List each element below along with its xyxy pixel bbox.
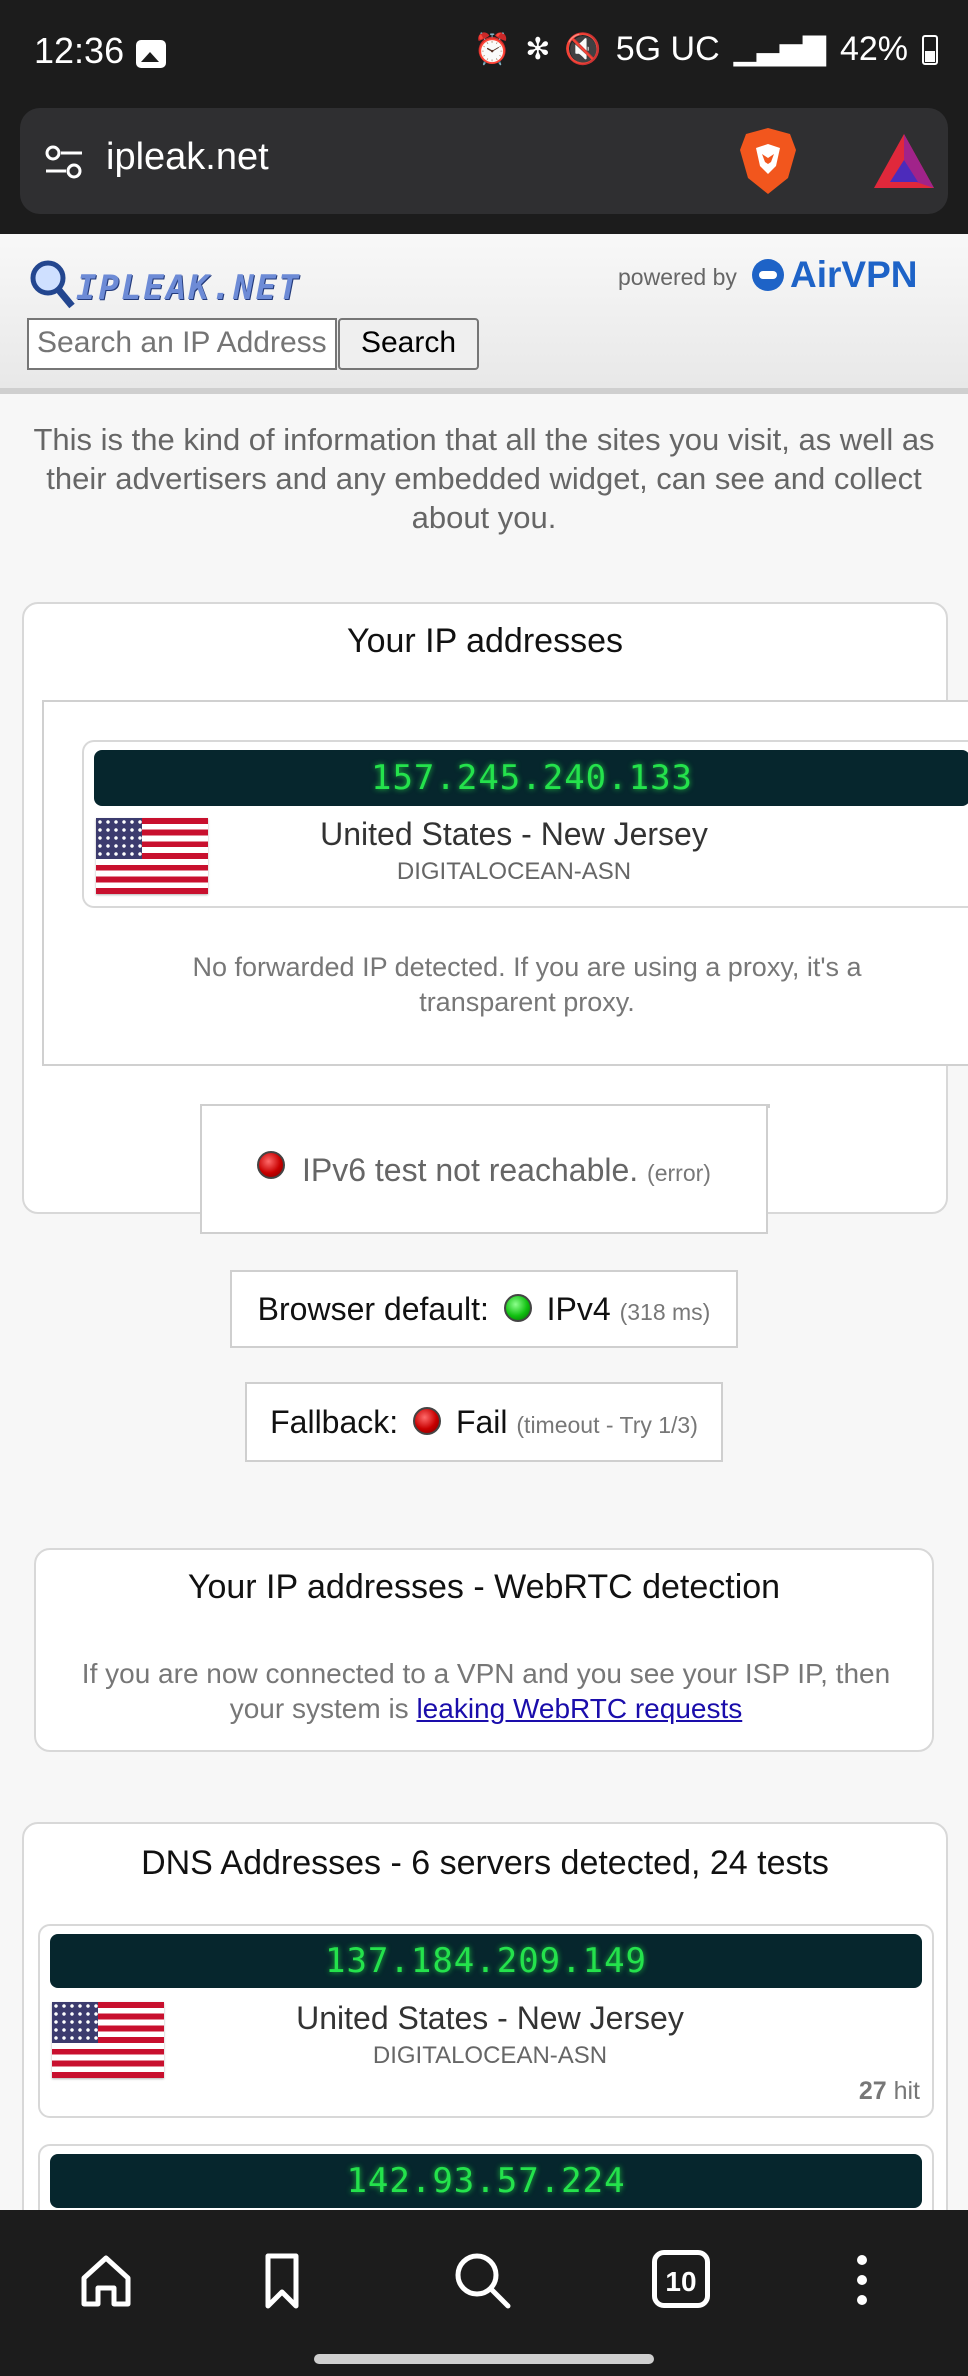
bluetooth-icon: ✻ bbox=[525, 33, 551, 66]
ip-location: United States - New Jersey bbox=[320, 816, 708, 852]
ip-result: 157.245.240.133 United States - New Jers… bbox=[82, 740, 968, 908]
webrtc-text: If you are now connected to a VPN and yo… bbox=[76, 1656, 896, 1726]
ipv6-status: IPv6 test not reachable. (error) bbox=[200, 1104, 768, 1234]
alarm-icon: ⏰ bbox=[473, 33, 512, 66]
dns-card: DNS Addresses - 6 servers detected, 24 t… bbox=[22, 1822, 948, 2210]
intro-text: This is the kind of information that all… bbox=[33, 422, 935, 535]
status-icons: ⏰ ✻ 🔇 5G UC ▁▃▅▇ 42% bbox=[474, 30, 938, 69]
gallery-icon bbox=[136, 40, 166, 68]
search-button[interactable]: Search bbox=[338, 318, 479, 370]
browser-default-detail: (318 ms) bbox=[619, 1299, 711, 1325]
dns-server: 142.93.57.224 bbox=[38, 2144, 934, 2210]
ip-search-input[interactable]: Search an IP Address bbox=[27, 318, 337, 370]
red-status-icon bbox=[413, 1406, 442, 1435]
site-header: IPLEAK.NET powered by AirVPN Search an I… bbox=[0, 234, 968, 394]
clock: 12:36 bbox=[34, 30, 125, 71]
fallback-label: Fallback: bbox=[270, 1404, 399, 1440]
dns-server: 137.184.209.149 United States - New Jers… bbox=[38, 1924, 934, 2118]
brand-name: AirVPN bbox=[790, 254, 918, 295]
ipv6-text: IPv6 test not reachable. bbox=[301, 1152, 639, 1188]
battery-icon bbox=[922, 34, 938, 65]
red-status-icon bbox=[257, 1150, 286, 1179]
address-bar[interactable]: ipleak.net bbox=[20, 108, 948, 214]
dns-hit-count: 27 bbox=[858, 2077, 887, 2105]
browser-default-label: Browser default: bbox=[257, 1291, 489, 1327]
brave-rewards-icon[interactable] bbox=[872, 132, 936, 190]
forwarded-note: No forwarded IP detected. If you are usi… bbox=[192, 952, 862, 1017]
signal-icon: ▁▃▅▇ bbox=[733, 33, 826, 66]
cloud-icon bbox=[752, 259, 784, 291]
browser-bottom-bar: 10 bbox=[0, 2210, 968, 2376]
network-label: 5G UC bbox=[615, 30, 720, 68]
green-status-icon bbox=[503, 1293, 532, 1322]
ip-asn: DIGITALOCEAN-ASN bbox=[396, 858, 632, 885]
dns-asn: DIGITALOCEAN-ASN bbox=[372, 2042, 608, 2069]
tabs-count: 10 bbox=[665, 2266, 697, 2297]
brave-shield-icon[interactable] bbox=[738, 126, 798, 196]
tabs-icon[interactable]: 10 bbox=[652, 2250, 710, 2308]
dns-ip[interactable]: 137.184.209.149 bbox=[50, 1934, 922, 1988]
airvpn-logo[interactable]: AirVPN bbox=[752, 254, 917, 296]
tune-icon[interactable] bbox=[44, 144, 84, 180]
browser-toolbar: ipleak.net bbox=[0, 106, 968, 234]
logo-text: IPLEAK.NET bbox=[76, 268, 301, 308]
browser-default-status: Browser default: IPv4 (318 ms) bbox=[230, 1270, 738, 1348]
status-bar: 12:36 ⏰ ✻ 🔇 5G UC ▁▃▅▇ 42% bbox=[0, 0, 968, 106]
webrtc-card: Your IP addresses - WebRTC detection If … bbox=[34, 1548, 934, 1752]
magnifier-icon bbox=[30, 260, 75, 309]
powered-by-label: powered by bbox=[618, 264, 737, 290]
dns-ip[interactable]: 142.93.57.224 bbox=[50, 2154, 922, 2208]
ip-panel: 157.245.240.133 United States - New Jers… bbox=[42, 700, 968, 1066]
ipv6-detail: (error) bbox=[647, 1160, 711, 1186]
dns-hit-label: hit bbox=[893, 2077, 920, 2105]
browser-default-value: IPv4 bbox=[546, 1291, 611, 1327]
fallback-value: Fail bbox=[455, 1404, 508, 1440]
webrtc-leak-link[interactable]: leaking WebRTC requests bbox=[416, 1693, 742, 1724]
web-content: IPLEAK.NET powered by AirVPN Search an I… bbox=[0, 234, 968, 2210]
gesture-bar[interactable] bbox=[314, 2354, 654, 2364]
search-icon[interactable] bbox=[450, 2248, 514, 2312]
url-text[interactable]: ipleak.net bbox=[106, 136, 269, 179]
dns-hits: 27 hit bbox=[859, 2077, 920, 2106]
dns-location: United States - New Jersey bbox=[296, 2000, 684, 2036]
battery-percent: 42% bbox=[839, 30, 908, 68]
dns-title: DNS Addresses - 6 servers detected, 24 t… bbox=[141, 1844, 829, 1882]
home-icon[interactable] bbox=[74, 2248, 138, 2312]
mute-icon: 🔇 bbox=[564, 33, 602, 66]
fallback-detail: (timeout - Try 1/3) bbox=[516, 1412, 698, 1438]
fallback-status: Fallback: Fail (timeout - Try 1/3) bbox=[245, 1382, 723, 1462]
ip-address[interactable]: 157.245.240.133 bbox=[94, 750, 968, 806]
card-title: Your IP addresses bbox=[347, 622, 623, 660]
webrtc-title: Your IP addresses - WebRTC detection bbox=[187, 1568, 781, 1606]
ipleak-logo[interactable]: IPLEAK.NET bbox=[28, 258, 318, 314]
more-icon[interactable] bbox=[830, 2248, 894, 2312]
bookmark-icon[interactable] bbox=[250, 2248, 314, 2312]
